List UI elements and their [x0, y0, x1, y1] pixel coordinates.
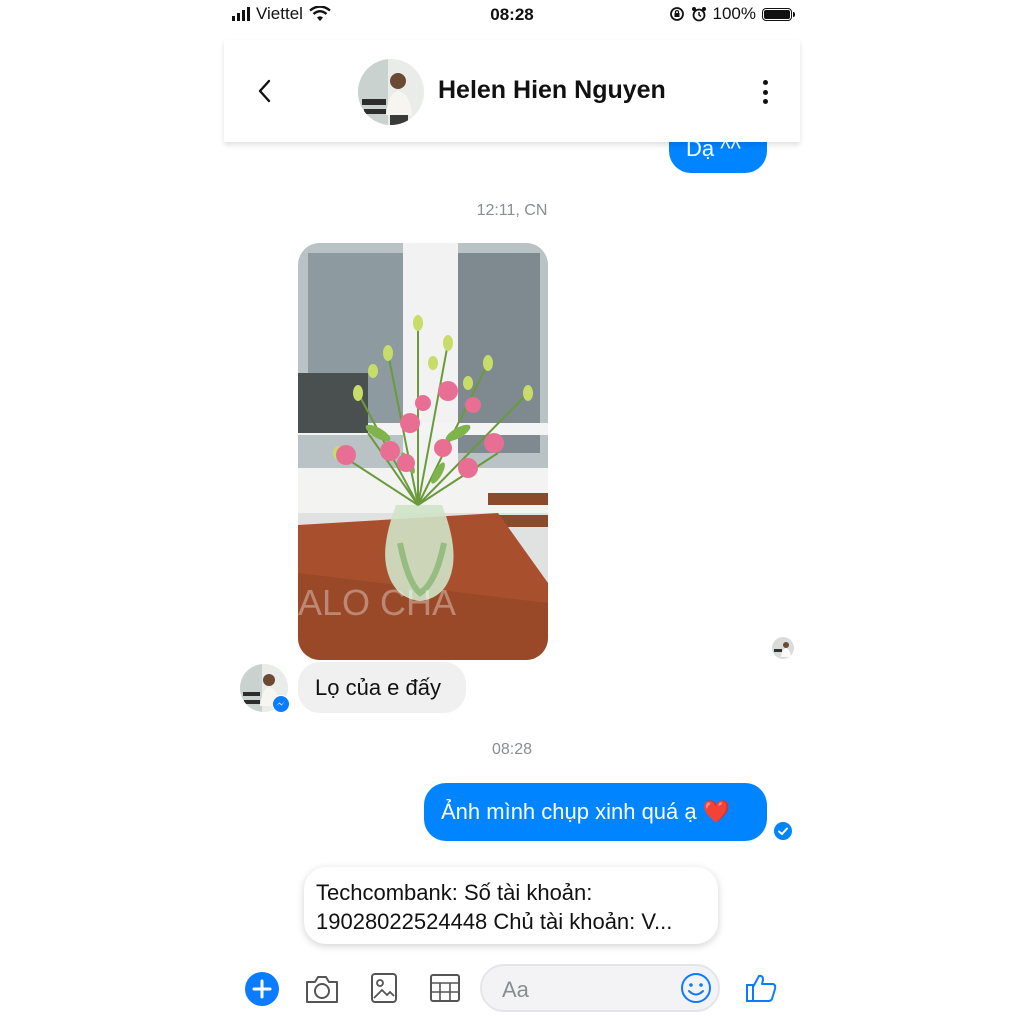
chat-header: Helen Hien Nguyen	[224, 40, 800, 142]
message-input[interactable]: Aa	[480, 964, 720, 1012]
photo-watermark: ALO CHA	[298, 582, 456, 623]
timestamp-divider: 12:11, CN	[476, 202, 548, 219]
preview-line-2: 19028022524448 Chủ tài khoản: V...	[316, 909, 673, 934]
contact-name[interactable]: Helen Hien Nguyen	[438, 76, 666, 105]
preview-line-1: Techcombank: Số tài khoản:	[316, 880, 593, 905]
messenger-badge-icon	[272, 695, 290, 713]
camera-icon[interactable]	[304, 973, 340, 1005]
suggestion-preview-card[interactable]: Techcombank: Số tài khoản: 1902802252444…	[304, 867, 718, 944]
status-right-group: 100%	[669, 4, 795, 24]
heart-emoji: ❤️	[702, 799, 731, 824]
incoming-text: Lọ của e đấy	[315, 675, 441, 700]
incoming-bubble: Lọ của e đấy	[298, 662, 466, 713]
sticker-grid-icon[interactable]	[429, 973, 461, 1003]
battery-percent: 100%	[712, 4, 756, 23]
back-chevron-icon[interactable]	[254, 78, 276, 104]
battery-icon	[762, 7, 795, 21]
gallery-icon[interactable]	[370, 972, 398, 1004]
seen-check-icon	[774, 822, 792, 840]
timestamp-divider-2: 08:28	[491, 741, 533, 758]
seen-avatar	[772, 637, 794, 659]
emoji-icon[interactable]	[680, 972, 712, 1004]
plus-icon[interactable]	[244, 971, 280, 1007]
message-input-placeholder: Aa	[502, 977, 529, 1002]
contact-avatar[interactable]	[358, 59, 424, 125]
outgoing-bubble: Ảnh mình chụp xinh quá ạ ❤️	[424, 783, 767, 841]
lock-rotation-icon	[669, 7, 684, 21]
flower-vase-photo: ALO CHA	[298, 243, 548, 660]
photo-message[interactable]: ALO CHA	[298, 243, 548, 660]
like-icon[interactable]	[744, 972, 778, 1004]
more-vertical-icon[interactable]	[760, 80, 770, 104]
alarm-icon	[691, 7, 706, 22]
outgoing-text: Ảnh mình chụp xinh quá ạ	[441, 799, 697, 824]
status-bar: Viettel 08:28 100%	[224, 0, 800, 32]
messenger-screen: Viettel 08:28 100% Helen Hien Nguyen Dạ …	[224, 0, 800, 1024]
composer-bar: Aa	[224, 960, 800, 1020]
